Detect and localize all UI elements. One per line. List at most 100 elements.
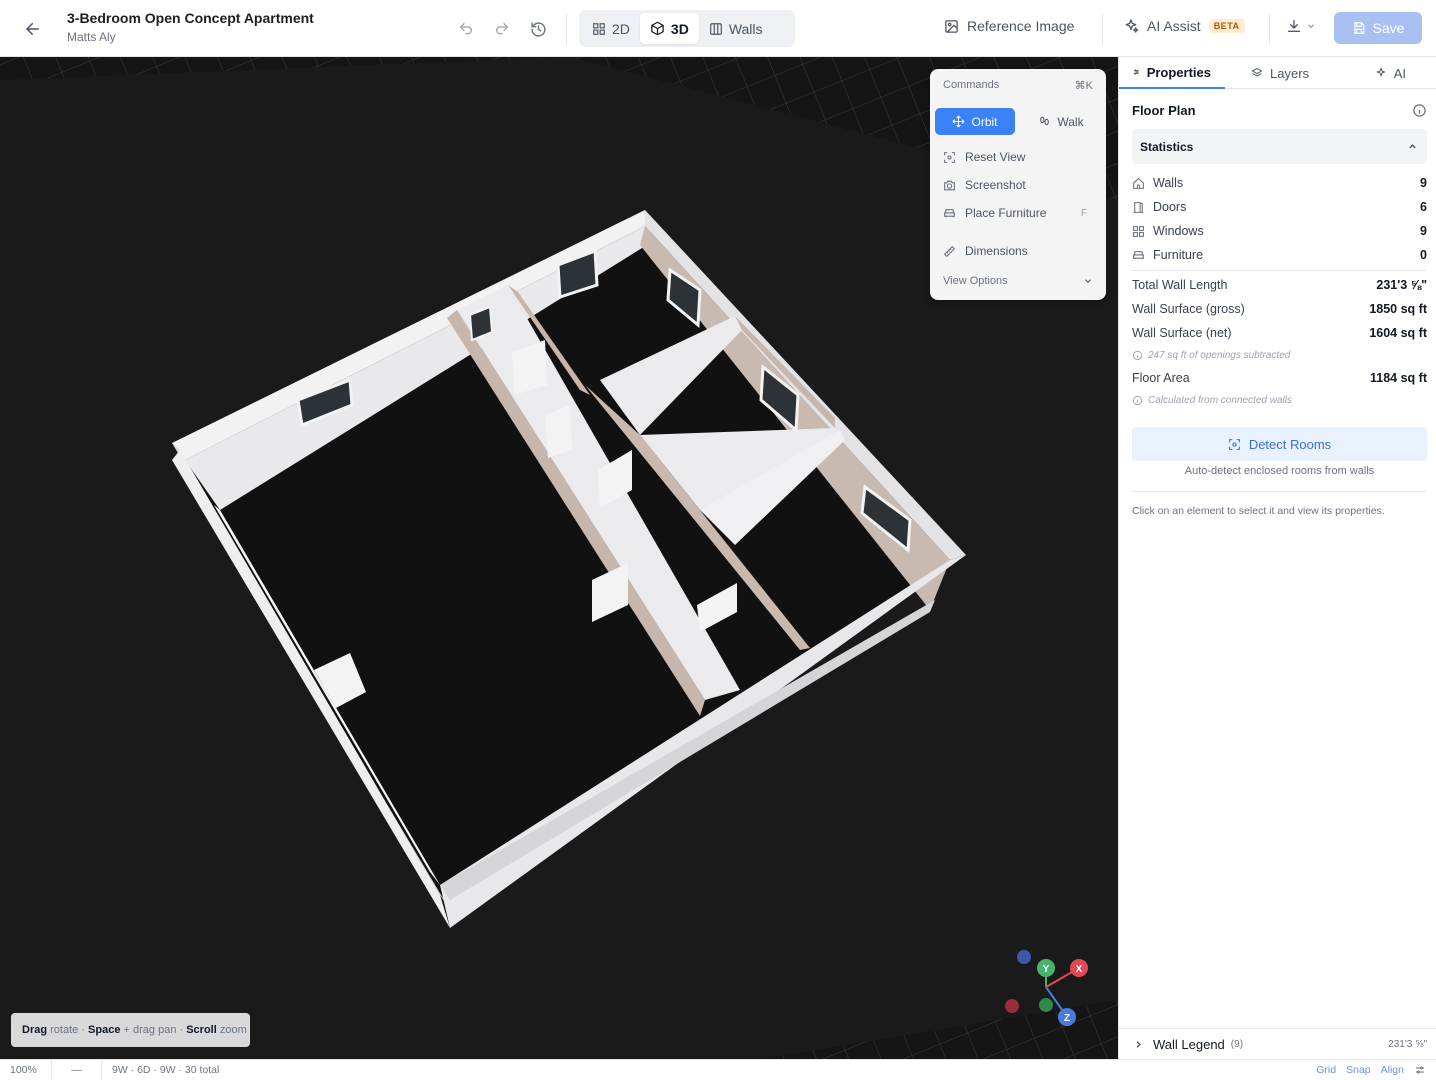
ai-assist-label: AI Assist <box>1147 18 1201 34</box>
redo-icon <box>496 23 509 35</box>
view-3d-button[interactable]: 3D <box>639 13 699 44</box>
screenshot-command[interactable]: Screenshot <box>935 171 1101 199</box>
sparkle-icon <box>1125 19 1139 33</box>
divider <box>566 14 567 44</box>
save-label: Save <box>1372 20 1405 36</box>
view-options-label: View Options <box>943 275 1008 287</box>
wall-legend-label: Wall Legend <box>1153 1036 1225 1052</box>
undo-icon <box>459 23 472 35</box>
history-button[interactable] <box>527 18 549 40</box>
walk-button[interactable]: Walk <box>1021 108 1101 135</box>
save-button[interactable]: Save <box>1334 12 1422 44</box>
stat-windows: Windows 9 <box>1132 221 1427 241</box>
tab-layers[interactable]: Layers <box>1225 57 1333 89</box>
layers-icon <box>1251 67 1263 77</box>
place-furniture-command[interactable]: Place Furniture F <box>935 199 1101 227</box>
scan-icon <box>1228 438 1240 450</box>
chevron-down-icon <box>1085 279 1091 284</box>
axis-neg-x[interactable] <box>1005 999 1019 1013</box>
wall-legend-toggle[interactable]: Wall Legend (9) 231'3 ⅝" <box>1119 1028 1436 1059</box>
export-dropdown[interactable] <box>1286 18 1316 34</box>
openings-note: 247 sq ft of openings subtracted <box>1132 350 1290 361</box>
stat-furniture-label: Furniture <box>1153 248 1204 262</box>
wall-surface-gross: Wall Surface (gross) 1850 sq ft <box>1132 302 1427 316</box>
statistics-toggle[interactable]: Statistics <box>1132 129 1427 164</box>
wall-legend-count: (9) <box>1230 1038 1244 1050</box>
commands-panel: Commands ⌘K Orbit Walk Reset View Screen… <box>930 69 1106 300</box>
axis-gizmo[interactable]: Y X Z <box>1000 942 1100 1032</box>
orbit-label: Orbit <box>971 114 998 129</box>
sliders-icon <box>1134 69 1139 75</box>
camera-icon <box>944 180 955 190</box>
align-toggle[interactable]: Align <box>1381 1064 1404 1076</box>
place-furniture-label: Place Furniture <box>965 206 1047 220</box>
total-wall-length: Total Wall Length 231'3 ⅝" <box>1132 278 1427 292</box>
project-owner: Matts Aly <box>67 30 116 44</box>
view-3d-label: 3D <box>670 20 689 37</box>
history-icon <box>530 21 546 37</box>
chevron-up-icon <box>1409 144 1416 149</box>
project-title: 3-Bedroom Open Concept Apartment <box>67 10 314 26</box>
screenshot-label: Screenshot <box>965 178 1026 192</box>
wall-surface-net-label: Wall Surface (net) <box>1132 326 1232 340</box>
divider <box>1269 14 1270 44</box>
grid-icon <box>593 22 605 35</box>
grid-toggle[interactable]: Grid <box>1316 1064 1336 1076</box>
sparkle-icon <box>1375 67 1386 77</box>
info-button[interactable] <box>1412 103 1427 123</box>
hint-drag-pan: + drag pan · <box>123 1024 184 1036</box>
tab-properties[interactable]: Properties <box>1119 57 1225 89</box>
hint-space: Space <box>88 1024 121 1036</box>
3d-viewport[interactable]: Commands ⌘K Orbit Walk Reset View Screen… <box>0 57 1118 1059</box>
detect-rooms-label: Detect Rooms <box>1248 436 1332 452</box>
view-walls-button[interactable]: Walls <box>699 13 773 44</box>
door-icon <box>1133 201 1144 213</box>
columns-icon <box>709 22 722 35</box>
chevron-down-icon <box>1308 24 1314 29</box>
hint-zoom: zoom <box>219 1024 247 1036</box>
stat-windows-value: 9 <box>1420 224 1427 238</box>
commands-shortcut: ⌘K <box>1074 80 1093 92</box>
window-icon <box>1133 225 1144 237</box>
detect-rooms-button[interactable]: Detect Rooms <box>1132 427 1427 461</box>
info-icon <box>1132 350 1143 361</box>
stat-furniture-value: 0 <box>1420 248 1427 262</box>
status-dash: — <box>52 1059 102 1080</box>
view-mode-toggle: 2D 3D Walls <box>579 10 795 47</box>
tab-layers-label: Layers <box>1270 65 1310 81</box>
controls-hint: Drag rotate · Space + drag pan · Scroll … <box>11 1013 250 1047</box>
redo-button[interactable] <box>491 18 513 40</box>
divider <box>1132 270 1427 271</box>
save-icon <box>1353 22 1364 34</box>
floor-area-note: Calculated from connected walls <box>1132 395 1292 406</box>
reset-view-command[interactable]: Reset View <box>935 143 1101 171</box>
snap-toggle[interactable]: Snap <box>1346 1064 1371 1076</box>
view-2d-button[interactable]: 2D <box>582 13 640 44</box>
zoom-level[interactable]: 100% <box>0 1059 52 1080</box>
walk-label: Walk <box>1057 114 1084 129</box>
detect-rooms-description: Auto-detect enclosed rooms from walls <box>1184 465 1375 477</box>
ai-assist-button[interactable]: AI Assist BETA <box>1123 18 1245 34</box>
axis-neg-z[interactable] <box>1017 950 1031 964</box>
axis-z-label: Z <box>1064 1013 1070 1024</box>
tab-ai[interactable]: AI <box>1361 57 1436 89</box>
stat-doors-value: 6 <box>1420 200 1427 214</box>
properties-sidebar: Properties Layers AI Floor Plan Statisti… <box>1118 57 1436 1059</box>
commands-title: Commands <box>943 79 1000 91</box>
orbit-button[interactable]: Orbit <box>935 108 1015 135</box>
view-walls-label: Walls <box>728 20 763 37</box>
hint-scroll: Scroll <box>186 1024 217 1036</box>
floor-area-label: Floor Area <box>1132 371 1190 385</box>
view-options-toggle[interactable]: View Options <box>935 275 1101 287</box>
wall-surface-gross-value: 1850 sq ft <box>1369 302 1427 316</box>
element-summary: 9W · 6D · 9W · 30 total <box>112 1063 220 1076</box>
dimensions-command[interactable]: Dimensions <box>935 237 1101 265</box>
reference-image-button[interactable]: Reference Image <box>944 18 1074 34</box>
settings-sliders-icon[interactable] <box>1414 1064 1426 1076</box>
back-button[interactable] <box>20 16 46 42</box>
axis-neg-y[interactable] <box>1039 998 1053 1012</box>
beta-badge: BETA <box>1208 19 1245 33</box>
undo-button[interactable] <box>455 18 477 40</box>
hint-rotate: rotate · <box>50 1024 85 1036</box>
axis-x-label: X <box>1076 964 1083 975</box>
